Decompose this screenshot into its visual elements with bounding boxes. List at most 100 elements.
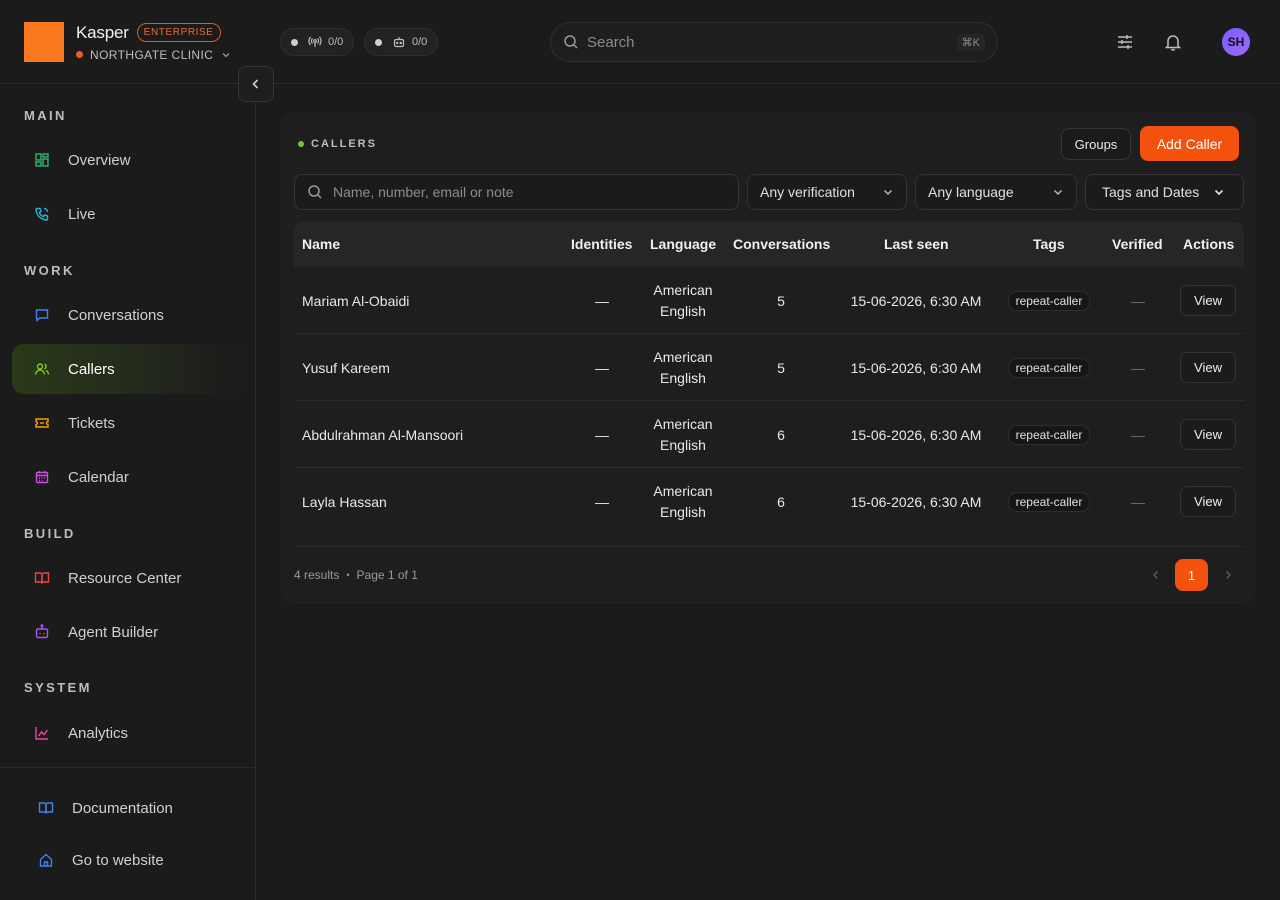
caller-identities: — — [595, 426, 609, 443]
chevron-down-icon — [1214, 189, 1224, 196]
table-row[interactable]: Abdulrahman Al-Mansoori — American Englis… — [294, 401, 1244, 468]
tags-dates-filter-value: Tags and Dates — [1102, 184, 1200, 200]
search-input[interactable]: Search — [587, 34, 957, 51]
search-placeholder: Name, number, email or note — [333, 184, 514, 200]
column-header-conversations[interactable]: Conversations — [733, 222, 830, 267]
caller-last-seen: 15-06-2026, 6:30 AM — [850, 359, 982, 376]
global-search[interactable]: Search ⌘K — [550, 22, 998, 62]
table-row[interactable]: Layla Hassan — American English 6 15-06-2… — [294, 468, 1244, 547]
book-icon — [34, 570, 50, 586]
caller-conversations: 6 — [777, 426, 785, 443]
sidebar-item-label: Go to website — [72, 851, 164, 869]
groups-button[interactable]: Groups — [1061, 128, 1131, 160]
tag-badge: repeat-caller — [1007, 290, 1091, 311]
column-header-language[interactable]: Language — [650, 222, 716, 267]
column-header-name[interactable]: Name — [302, 222, 340, 267]
next-page-button[interactable] — [1218, 559, 1238, 591]
section-main: MAIN — [24, 108, 67, 123]
caller-tags: repeat-caller — [1003, 334, 1095, 401]
sidebar-item-overview[interactable]: Overview — [12, 135, 244, 185]
top-bar: Kasper ENTERPRISE NORTHGATE CLINIC 0/0 0… — [0, 0, 1280, 84]
column-header-actions: Actions — [1183, 236, 1235, 252]
agents-pill[interactable]: 0/0 — [364, 28, 439, 56]
caller-name[interactable]: Layla Hassan — [302, 468, 562, 535]
filters-icon[interactable] — [1114, 31, 1136, 53]
page-number-button[interactable]: 1 — [1175, 559, 1208, 591]
caller-name[interactable]: Abdulrahman Al-Mansoori — [302, 401, 562, 468]
sidebar-item-label: Resource Center — [68, 569, 182, 587]
sidebar-item-label: Tickets — [68, 414, 115, 432]
org-name: NORTHGATE CLINIC — [90, 47, 214, 62]
sidebar-item-documentation[interactable]: Documentation — [12, 783, 244, 833]
caller-verified: — — [1131, 493, 1145, 510]
caller-name[interactable]: Yusuf Kareem — [302, 334, 562, 401]
sidebar-item-label: Documentation — [72, 799, 173, 817]
caller-language: American English — [653, 482, 713, 520]
caller-identities: — — [595, 292, 609, 309]
agents-count: 0/0 — [412, 36, 428, 48]
add-caller-button[interactable]: Add Caller — [1140, 126, 1239, 161]
sidebar-item-label: Agent Builder — [68, 623, 159, 641]
chevron-down-icon — [221, 50, 231, 60]
collapse-sidebar-button[interactable] — [238, 66, 274, 102]
chevron-down-icon — [884, 190, 892, 195]
caller-actions: View — [1180, 401, 1236, 468]
view-caller-button[interactable]: View — [1180, 285, 1236, 316]
sidebar-item-tickets[interactable]: Tickets — [12, 398, 244, 448]
bell-icon[interactable] — [1162, 31, 1184, 53]
search-icon — [563, 34, 579, 50]
sidebar-item-callers[interactable]: Callers — [12, 344, 244, 394]
status-dot — [291, 38, 298, 46]
caller-name[interactable]: Mariam Al-Obaidi — [302, 267, 562, 334]
robot-icon — [392, 35, 406, 49]
status-dot — [375, 38, 382, 46]
sidebar-item-live[interactable]: Live — [12, 189, 244, 239]
sidebar-item-resource-center[interactable]: Resource Center — [12, 553, 244, 603]
sidebar-item-agent-builder[interactable]: Agent Builder — [12, 607, 244, 657]
tags-dates-filter[interactable]: Tags and Dates — [1085, 174, 1244, 210]
chevron-right-icon — [1226, 571, 1231, 579]
caller-actions: View — [1180, 267, 1236, 334]
table-row[interactable]: Mariam Al-Obaidi — American English 5 15-… — [294, 267, 1244, 334]
brand-name: Kasper — [76, 22, 129, 42]
column-header-last-seen[interactable]: Last seen — [884, 222, 949, 267]
caller-last-seen: 15-06-2026, 6:30 AM — [850, 292, 982, 309]
caller-conversations: 6 — [777, 493, 785, 510]
column-header-verified[interactable]: Verified — [1112, 222, 1163, 267]
prev-page-button[interactable] — [1146, 559, 1166, 591]
column-header-tags[interactable]: Tags — [1033, 222, 1065, 267]
language-filter[interactable]: Any language — [915, 174, 1077, 210]
sidebar-item-website[interactable]: Go to website — [12, 835, 244, 885]
chart-icon — [34, 725, 50, 741]
page-indicator: Page 1 of 1 — [356, 568, 418, 582]
phone-icon — [34, 206, 50, 222]
status-dot — [298, 141, 304, 147]
sidebar-item-calendar[interactable]: Calendar — [12, 452, 244, 502]
sidebar-item-analytics[interactable]: Analytics — [12, 708, 244, 758]
chevron-left-icon — [1153, 571, 1158, 579]
live-calls-pill[interactable]: 0/0 — [280, 28, 355, 56]
caller-tags: repeat-caller — [1003, 267, 1095, 334]
caller-language: American English — [653, 415, 713, 453]
column-header-identities[interactable]: Identities — [571, 222, 632, 267]
view-caller-button[interactable]: View — [1180, 486, 1236, 517]
sidebar-item-conversations[interactable]: Conversations — [12, 290, 244, 340]
callers-card: CALLERS Groups Add Caller Name, number, … — [281, 113, 1255, 603]
verification-filter-value: Any verification — [760, 184, 855, 200]
docs-icon — [38, 800, 54, 816]
home-icon — [38, 852, 54, 868]
view-caller-button[interactable]: View — [1180, 419, 1236, 450]
org-switcher[interactable]: NORTHGATE CLINIC — [76, 48, 231, 62]
tag-badge: repeat-caller — [1007, 357, 1091, 378]
user-avatar[interactable]: SH — [1222, 28, 1250, 56]
table-row[interactable]: Yusuf Kareem — American English 5 15-06-2… — [294, 334, 1244, 401]
sidebar-item-label: Callers — [68, 360, 115, 378]
caller-language: American English — [653, 348, 713, 386]
brand[interactable]: Kasper ENTERPRISE NORTHGATE CLINIC — [24, 22, 231, 62]
brand-logo — [24, 22, 64, 62]
verification-filter[interactable]: Any verification — [747, 174, 907, 210]
callers-search-input[interactable]: Name, number, email or note — [294, 174, 739, 210]
view-caller-button[interactable]: View — [1180, 352, 1236, 383]
section-build: BUILD — [24, 526, 76, 541]
sidebar-item-label: Overview — [68, 151, 131, 169]
